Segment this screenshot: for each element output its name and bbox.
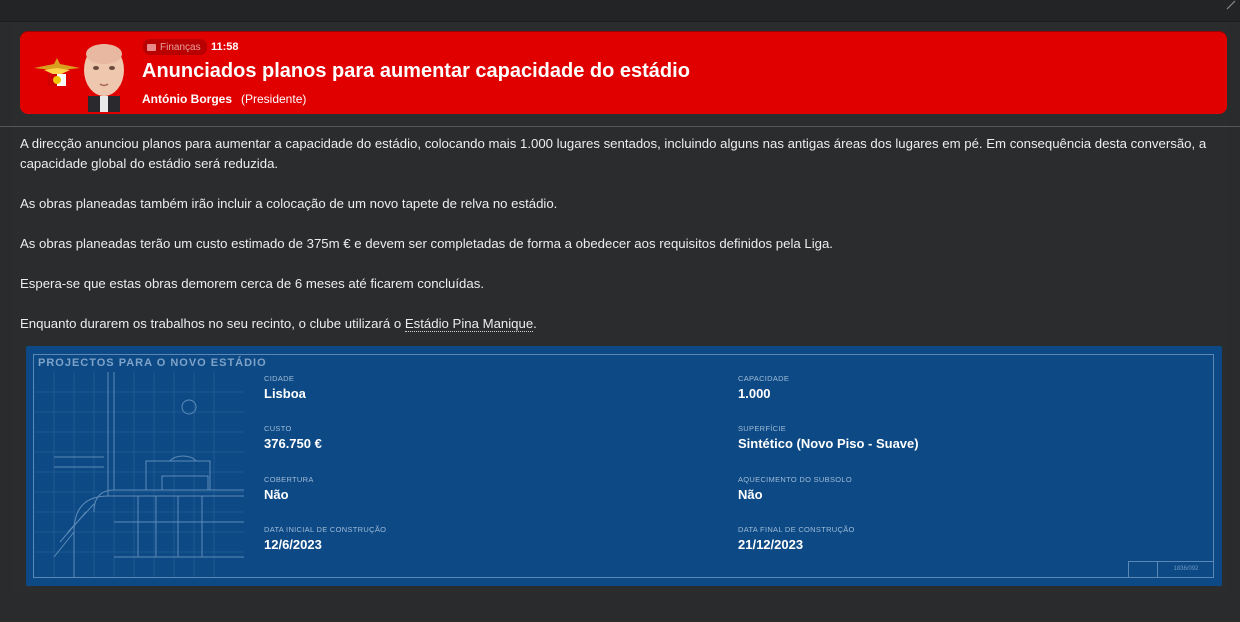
news-body: A direcção anunciou planos para aumentar… — [20, 134, 1210, 354]
surface-value: Sintético (Novo Piso - Suave) — [738, 436, 919, 451]
end-date-value: 21/12/2023 — [738, 537, 804, 552]
cover-value: Não — [264, 487, 289, 502]
club-crest-icon — [32, 54, 82, 88]
category-label: Finanças — [160, 41, 201, 53]
paragraph: A direcção anunciou planos para aumentar… — [20, 136, 1207, 171]
resize-handle-icon[interactable] — [1226, 0, 1236, 10]
capacity-value: 1.000 — [738, 386, 771, 401]
city-value[interactable]: Lisboa — [264, 386, 306, 401]
surface-label: SUPERFÍCIE — [738, 424, 787, 433]
cost-label: CUSTO — [264, 424, 292, 433]
toolbar-divider — [0, 21, 1240, 22]
capacity-label: CAPACIDADE — [738, 374, 790, 383]
author-name[interactable]: António Borges — [142, 92, 232, 106]
project-title: PROJECTOS PARA O NOVO ESTÁDIO — [38, 357, 267, 369]
section-divider — [0, 126, 1240, 127]
paragraph: As obras planeadas terão um custo estima… — [20, 236, 833, 251]
cover-label: COBERTURA — [264, 475, 314, 484]
paragraph-end: . — [533, 316, 537, 331]
author-role: (Presidente) — [241, 92, 307, 106]
finance-icon — [147, 43, 156, 51]
paragraph: Espera-se que estas obras demorem cerca … — [20, 276, 484, 291]
blueprint-stamp-code: 1836/092 — [1157, 561, 1214, 578]
stadium-link[interactable]: Estádio Pina Manique — [404, 316, 534, 332]
category-tag[interactable]: Finanças — [143, 39, 207, 55]
end-date-label: DATA FINAL DE CONSTRUÇÃO — [738, 525, 855, 534]
avatar — [76, 40, 132, 112]
top-toolbar-strip — [0, 0, 1240, 21]
paragraph: Enquanto durarem os trabalhos no seu rec… — [20, 314, 1210, 334]
news-time: 11:58 — [211, 41, 239, 53]
blueprint-drawing — [34, 372, 244, 577]
cost-value: 376.750 € — [264, 436, 322, 451]
paragraph: As obras planeadas também irão incluir a… — [20, 196, 558, 211]
heating-value: Não — [738, 487, 763, 502]
start-date-value: 12/6/2023 — [264, 537, 322, 552]
city-label: CIDADE — [264, 374, 295, 383]
paragraph-text: Enquanto durarem os trabalhos no seu rec… — [20, 316, 405, 331]
start-date-label: DATA INICIAL DE CONSTRUÇÃO — [264, 525, 387, 534]
heating-label: AQUECIMENTO DO SUBSOLO — [738, 475, 852, 484]
page-title: Anunciados planos para aumentar capacida… — [142, 60, 690, 82]
